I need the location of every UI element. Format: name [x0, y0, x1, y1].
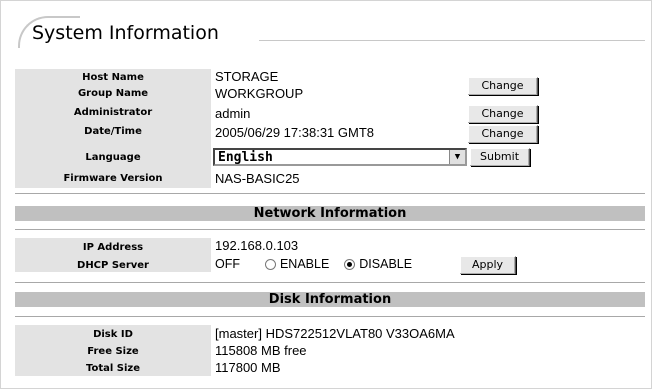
language-label: Language	[85, 152, 141, 163]
dhcp-disable-radio[interactable]	[344, 259, 356, 271]
section-divider	[15, 193, 645, 194]
datetime-label: Date/Time	[84, 126, 142, 137]
disk-label-column: Disk ID Free Size Total Size	[15, 325, 211, 376]
language-selected-value: English	[218, 150, 273, 165]
ip-address-label: IP Address	[82, 242, 144, 253]
datetime-value: 2005/06/29 17:38:31 GMT8	[215, 125, 375, 140]
submit-language-button-label: Submit	[471, 149, 529, 166]
section-divider	[15, 282, 645, 283]
section-divider	[15, 316, 645, 317]
dhcp-enable-label[interactable]: ENABLE	[280, 257, 329, 271]
total-size-label: Total Size	[85, 363, 141, 374]
dhcp-enable-radio[interactable]	[264, 259, 276, 271]
title-underline	[259, 40, 645, 41]
dhcp-server-options: OFF ENABLE DISABLE	[215, 257, 412, 271]
section-divider	[15, 229, 645, 230]
network-label-column: IP Address DHCP Server	[15, 238, 211, 272]
administrator-label: Administrator	[73, 107, 153, 118]
group-name-label: Group Name	[77, 88, 149, 99]
language-select[interactable]: English ▼	[213, 148, 467, 166]
firmware-value: NAS-BASIC25	[215, 171, 300, 186]
disk-id-value: [master] HDS722512VLAT80 V33OA6MA	[215, 326, 455, 341]
change-administrator-button[interactable]: Change	[468, 105, 538, 123]
change-administrator-button-label: Change	[469, 106, 537, 123]
disk-id-label: Disk ID	[93, 329, 133, 340]
change-datetime-button[interactable]: Change	[468, 125, 538, 143]
system-label-column: Host Name Group Name Administrator Date/…	[15, 69, 211, 188]
submit-language-button[interactable]: Submit	[470, 148, 530, 166]
free-size-value: 115808 MB free	[215, 343, 307, 358]
dhcp-server-label: DHCP Server	[77, 260, 149, 271]
total-size-value: 117800 MB	[215, 360, 281, 375]
change-host-button-label: Change	[469, 78, 537, 95]
host-name-value: STORAGE	[215, 69, 279, 84]
host-name-label: Host Name	[82, 72, 144, 83]
apply-dhcp-button[interactable]: Apply	[460, 256, 516, 274]
firmware-label: Firmware Version	[63, 173, 163, 184]
dhcp-state-text: OFF	[215, 257, 240, 271]
page-title: System Information	[32, 22, 219, 44]
free-size-label: Free Size	[87, 346, 139, 357]
dhcp-disable-label[interactable]: DISABLE	[359, 257, 412, 271]
apply-dhcp-button-label: Apply	[461, 257, 515, 274]
disk-section-header: Disk Information	[15, 292, 645, 307]
chevron-down-icon[interactable]: ▼	[449, 150, 465, 164]
change-datetime-button-label: Change	[469, 126, 537, 143]
change-host-button[interactable]: Change	[468, 77, 538, 95]
group-name-value: WORKGROUP	[215, 86, 304, 101]
network-section-header: Network Information	[15, 206, 645, 221]
administrator-value: admin	[215, 106, 251, 121]
ip-address-value: 192.168.0.103	[215, 238, 299, 253]
